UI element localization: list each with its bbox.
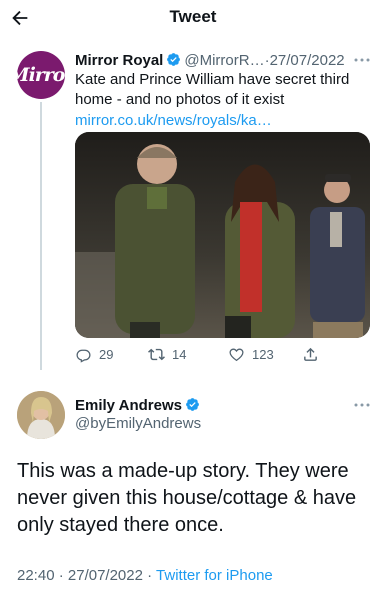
page-title: Tweet	[169, 7, 217, 26]
avatar-logo-text: Mirror	[17, 63, 65, 86]
reply-icon	[76, 349, 91, 363]
like-icon	[229, 348, 244, 361]
dot-separator: ·	[147, 567, 153, 584]
quoted-more-button[interactable]	[352, 53, 372, 67]
reply-count: 29	[99, 346, 114, 362]
retweet-icon	[148, 348, 165, 360]
more-icon	[354, 403, 370, 407]
tweet-date[interactable]: 27/07/2022	[68, 567, 143, 584]
like-button[interactable]: 123	[228, 344, 274, 364]
retweet-count: 14	[172, 346, 187, 362]
emily-andrews-avatar[interactable]	[17, 391, 65, 439]
verified-badge-icon	[167, 53, 181, 66]
retweet-button[interactable]: 14	[148, 344, 186, 364]
tweet-time[interactable]: 22:40	[17, 567, 55, 584]
quoted-tweet-date: 27/07/2022	[269, 52, 345, 69]
mirror-royal-avatar[interactable]: Mirror	[17, 51, 65, 99]
tweet-photo[interactable]	[75, 132, 370, 338]
profile-photo-image	[17, 391, 65, 439]
tweet-more-button[interactable]	[352, 398, 372, 412]
quoted-action-bar: 29 14 123	[75, 344, 370, 364]
verified-badge-icon	[186, 398, 199, 411]
quoted-author-name[interactable]: Mirror Royal	[75, 52, 163, 69]
like-count: 123	[252, 346, 274, 362]
quoted-author-handle[interactable]: @MirrorR…	[184, 52, 264, 69]
couple-photo-image	[75, 132, 370, 338]
dot-separator: ·	[58, 567, 64, 584]
author-name[interactable]: Emily Andrews	[75, 397, 182, 414]
tweet-source[interactable]: Twitter for iPhone	[156, 567, 273, 584]
share-icon	[304, 347, 317, 361]
tweet-text: This was a made-up story. They were neve…	[17, 460, 357, 536]
quoted-tweet-text: Kate and Prince William have secret thir…	[75, 71, 350, 108]
more-icon	[354, 58, 370, 62]
quoted-tweet-header: Mirror Royal @MirrorR…·27/07/2022	[75, 51, 375, 71]
reply-button[interactable]: 29	[75, 344, 113, 364]
share-button[interactable]	[302, 344, 319, 364]
tweet-metadata: 22:40 · 27/07/2022 · Twitter for iPhone	[17, 566, 273, 586]
top-bar: Tweet	[0, 0, 386, 36]
author-name-row: Emily Andrews	[75, 396, 203, 416]
article-link[interactable]: mirror.co.uk/news/royals/ka…	[75, 111, 272, 131]
author-handle[interactable]: @byEmilyAndrews	[75, 414, 201, 434]
thread-connector-line	[40, 102, 42, 370]
